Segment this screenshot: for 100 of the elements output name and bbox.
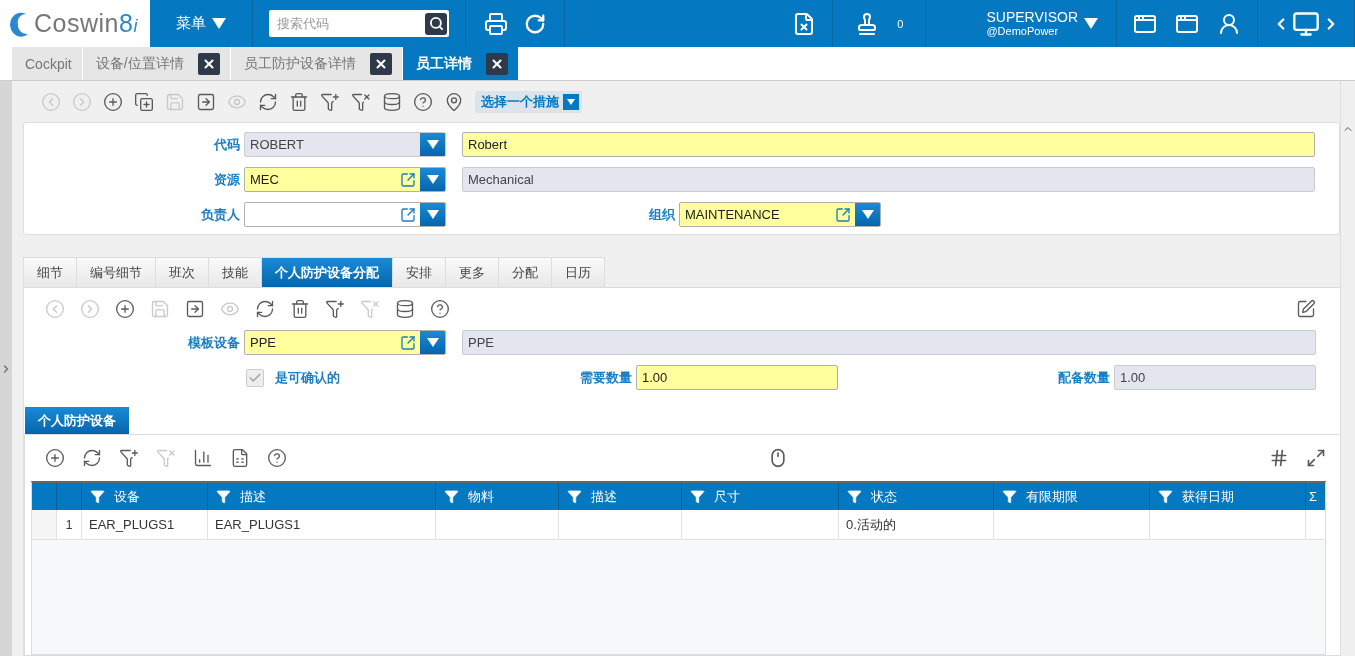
description-field[interactable]: Robert <box>462 132 1315 157</box>
lookup-input[interactable]: MEC <box>245 168 396 191</box>
close-icon[interactable] <box>369 52 392 75</box>
map-pin-icon[interactable] <box>444 91 464 112</box>
description-field[interactable]: PPE <box>462 330 1316 355</box>
funnel-plus-icon[interactable] <box>320 91 340 112</box>
document-tab[interactable]: 员工防护设备详情 <box>230 47 403 80</box>
detail-tab[interactable]: 个人防护设备分配 <box>261 257 393 287</box>
column-header[interactable]: Σ <box>1306 483 1325 510</box>
copy-plus-icon[interactable] <box>134 91 154 112</box>
expand-icon[interactable] <box>1306 448 1326 468</box>
plus-circle-icon[interactable] <box>103 91 123 112</box>
box-arrow-icon[interactable] <box>185 299 205 319</box>
dropdown-button[interactable] <box>420 203 445 226</box>
mouse-icon[interactable] <box>768 448 788 468</box>
detail-tab[interactable]: 日历 <box>551 257 605 287</box>
close-icon[interactable] <box>197 52 220 75</box>
detail-tab[interactable]: 安排 <box>392 257 446 287</box>
box-arrow-icon[interactable] <box>196 91 216 112</box>
database-icon[interactable] <box>395 299 415 319</box>
spreadsheet-icon[interactable] <box>230 448 250 468</box>
action-select[interactable]: 选择一个措施 <box>475 90 582 113</box>
dropdown-button[interactable] <box>420 331 445 354</box>
menu-button[interactable]: 菜单 <box>164 14 238 33</box>
funnel-icon[interactable] <box>444 489 459 504</box>
funnel-plus-icon[interactable] <box>119 448 139 468</box>
dropdown-button[interactable] <box>420 133 445 156</box>
side-panel-toggle[interactable] <box>0 81 12 656</box>
printer-icon[interactable] <box>484 11 508 36</box>
lookup-field[interactable]: PPE <box>244 330 446 355</box>
scrollbar[interactable] <box>1340 81 1355 656</box>
column-header[interactable]: 描述 <box>559 483 682 510</box>
field-label: 配备数量 <box>1057 368 1111 387</box>
refresh-icon[interactable] <box>255 299 275 319</box>
lookup-field[interactable]: ROBERT <box>244 132 446 157</box>
table-cell: EAR_PLUGS1 <box>208 510 436 540</box>
tab-label: 员工防护设备详情 <box>243 54 356 73</box>
search-icon[interactable] <box>425 12 447 35</box>
trash-icon[interactable] <box>289 91 309 112</box>
description-field[interactable]: Mechanical <box>462 167 1315 192</box>
detail-tab[interactable]: 技能 <box>208 257 262 287</box>
detail-tab[interactable]: 班次 <box>155 257 209 287</box>
row-number: 1 <box>57 510 82 540</box>
bar-chart-icon[interactable] <box>193 448 213 468</box>
plus-circle-icon[interactable] <box>115 299 135 319</box>
funnel-icon[interactable] <box>90 489 105 504</box>
funnel-icon[interactable] <box>1158 489 1173 504</box>
header-cell <box>32 483 57 510</box>
column-header[interactable]: 设备 <box>82 483 208 510</box>
funnel-x-icon[interactable] <box>351 91 371 112</box>
help-icon[interactable] <box>430 299 450 319</box>
refresh-icon[interactable] <box>82 448 102 468</box>
column-header[interactable]: 有限期限 <box>994 483 1150 510</box>
search-field[interactable]: 搜索代码 <box>269 10 449 37</box>
quantity-field[interactable]: 1.00 <box>636 365 838 390</box>
column-header[interactable]: 尺寸 <box>682 483 839 510</box>
column-header[interactable]: 描述 <box>208 483 436 510</box>
quantity-field[interactable]: 1.00 <box>1114 365 1316 390</box>
lookup-field[interactable] <box>244 202 446 227</box>
refresh-icon[interactable] <box>258 91 278 112</box>
close-icon[interactable] <box>485 52 508 75</box>
lookup-field[interactable]: MEC <box>244 167 446 192</box>
column-header[interactable]: 物料 <box>436 483 559 510</box>
document-tab[interactable]: Cockpit <box>12 47 83 80</box>
hash-icon[interactable] <box>1269 448 1289 468</box>
section-tab[interactable]: 个人防护设备 <box>25 407 129 434</box>
funnel-icon[interactable] <box>567 489 582 504</box>
dropdown-button[interactable] <box>420 168 445 191</box>
detail-tab[interactable]: 细节 <box>23 257 77 287</box>
dropdown-button[interactable] <box>855 203 880 226</box>
detail-tab[interactable]: 更多 <box>445 257 499 287</box>
table-cell: 0.活动的 <box>839 510 994 540</box>
document-tab[interactable]: 设备/位置详情 <box>82 47 231 80</box>
monitor-icon[interactable] <box>1292 9 1320 38</box>
funnel-icon[interactable] <box>690 489 705 504</box>
refresh-icon[interactable] <box>524 12 546 35</box>
lookup-input[interactable]: MAINTENANCE <box>680 203 831 226</box>
detail-tab[interactable]: 分配 <box>498 257 552 287</box>
column-header[interactable]: 状态 <box>839 483 994 510</box>
help-icon[interactable] <box>413 91 433 112</box>
document-tab[interactable]: 员工详情 <box>402 47 519 80</box>
user-menu[interactable]: SUPERVISOR @DemoPower <box>986 9 1098 38</box>
lookup-input[interactable]: PPE <box>245 331 396 354</box>
logo-text: Coswin8i <box>34 9 138 38</box>
database-icon[interactable] <box>382 91 402 112</box>
funnel-icon[interactable] <box>847 489 862 504</box>
detail-tab[interactable]: 编号细节 <box>76 257 156 287</box>
checkbox-label: 是可确认的 <box>275 368 340 387</box>
help-icon[interactable] <box>267 448 287 468</box>
tab-label: 员工详情 <box>415 54 472 73</box>
funnel-plus-icon[interactable] <box>325 299 345 319</box>
lookup-field[interactable]: MAINTENANCE <box>679 202 881 227</box>
plus-circle-icon[interactable] <box>45 448 65 468</box>
trash-icon[interactable] <box>290 299 310 319</box>
funnel-icon[interactable] <box>216 489 231 504</box>
tab-label: Cockpit <box>25 55 72 72</box>
lookup-input[interactable]: ROBERT <box>245 133 420 156</box>
row-marker[interactable] <box>32 510 57 540</box>
funnel-icon[interactable] <box>1002 489 1017 504</box>
column-header[interactable]: 获得日期 <box>1150 483 1306 510</box>
